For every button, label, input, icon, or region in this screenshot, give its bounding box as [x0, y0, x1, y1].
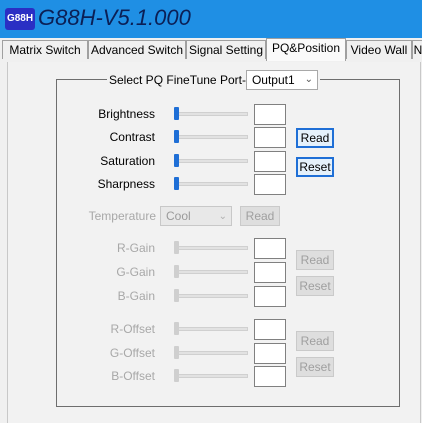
g-gain-slider[interactable] — [173, 264, 248, 280]
tab-advanced-switch[interactable]: Advanced Switch — [88, 40, 186, 59]
r-offset-label: R-Offset — [110, 322, 155, 336]
saturation-slider[interactable] — [173, 153, 248, 169]
g-gain-value-box[interactable] — [254, 262, 286, 283]
b-gain-slider-thumb[interactable] — [174, 289, 179, 302]
g-offset-label: G-Offset — [109, 346, 155, 360]
saturation-value-box[interactable] — [254, 151, 286, 172]
saturation-slider-thumb[interactable] — [174, 154, 179, 167]
title-bar: G88H G88H-V5.1.000 — [0, 0, 422, 38]
offset-reset-button[interactable]: Reset — [296, 357, 334, 377]
contrast-label: Contrast — [109, 130, 155, 144]
r-offset-slider[interactable] — [173, 321, 248, 337]
b-gain-label: B-Gain — [117, 289, 155, 303]
tab-video-wall[interactable]: Video Wall — [346, 40, 412, 59]
b-offset-label: B-Offset — [111, 369, 155, 383]
b-offset-slider[interactable] — [173, 368, 248, 384]
chevron-down-icon: ⌄ — [304, 74, 313, 85]
saturation-label: Saturation — [100, 154, 155, 168]
contrast-slider-thumb[interactable] — [174, 130, 179, 143]
sharpness-slider[interactable] — [173, 176, 248, 192]
g-offset-value-box[interactable] — [254, 343, 286, 364]
contrast-value-box[interactable] — [254, 127, 286, 148]
tab-next-partial[interactable]: N — [412, 40, 422, 59]
port-select-legend: Select PQ FineTune Port- Output1 ⌄ — [107, 70, 320, 90]
app-logo-badge: G88H — [5, 8, 35, 30]
r-offset-slider-thumb[interactable] — [174, 322, 179, 335]
pq-read-button[interactable]: Read — [296, 128, 334, 148]
tab-matrix-switch[interactable]: Matrix Switch — [2, 40, 88, 59]
port-select-dropdown[interactable]: Output1 ⌄ — [245, 70, 318, 90]
tab-pq-position[interactable]: PQ&Position — [266, 38, 346, 61]
r-gain-slider-thumb[interactable] — [174, 241, 179, 254]
b-gain-value-box[interactable] — [254, 286, 286, 307]
b-offset-slider-thumb[interactable] — [174, 369, 179, 382]
sharpness-label: Sharpness — [97, 177, 155, 191]
chevron-down-icon: ⌄ — [218, 210, 227, 222]
g-gain-slider-thumb[interactable] — [174, 265, 179, 278]
brightness-label: Brightness — [98, 107, 155, 121]
pq-position-page: Select PQ FineTune Port- Output1 ⌄ Brigh… — [0, 60, 422, 423]
temperature-value: Cool — [166, 209, 191, 223]
temperature-label: Temperature — [88, 209, 156, 223]
port-select-value: Output1 — [251, 73, 295, 87]
temperature-dropdown[interactable]: Cool ⌄ — [160, 206, 232, 226]
g-offset-slider-thumb[interactable] — [174, 346, 179, 359]
tab-strip: Matrix Switch Advanced Switch Signal Set… — [0, 38, 422, 61]
offset-read-button[interactable]: Read — [296, 331, 334, 351]
b-gain-slider[interactable] — [173, 288, 248, 304]
pq-reset-button[interactable]: Reset — [296, 157, 334, 177]
r-offset-value-box[interactable] — [254, 319, 286, 340]
sharpness-value-box[interactable] — [254, 174, 286, 195]
sharpness-slider-thumb[interactable] — [174, 177, 179, 190]
b-offset-value-box[interactable] — [254, 366, 286, 387]
gain-read-button[interactable]: Read — [296, 250, 334, 270]
pq-panel: Select PQ FineTune Port- Output1 ⌄ Brigh… — [7, 62, 421, 423]
app-title: G88H-V5.1.000 — [38, 5, 191, 30]
g-offset-slider[interactable] — [173, 345, 248, 361]
port-select-label: Select PQ FineTune Port- — [109, 73, 246, 87]
r-gain-slider[interactable] — [173, 240, 248, 256]
tab-signal-setting[interactable]: Signal Setting — [186, 40, 266, 59]
r-gain-value-box[interactable] — [254, 238, 286, 259]
brightness-value-box[interactable] — [254, 104, 286, 125]
brightness-slider-thumb[interactable] — [174, 107, 179, 120]
g-gain-label: G-Gain — [116, 265, 155, 279]
brightness-slider[interactable] — [173, 106, 248, 122]
gain-reset-button[interactable]: Reset — [296, 276, 334, 296]
r-gain-label: R-Gain — [116, 241, 155, 255]
temperature-read-button[interactable]: Read — [240, 206, 280, 226]
contrast-slider[interactable] — [173, 129, 248, 145]
